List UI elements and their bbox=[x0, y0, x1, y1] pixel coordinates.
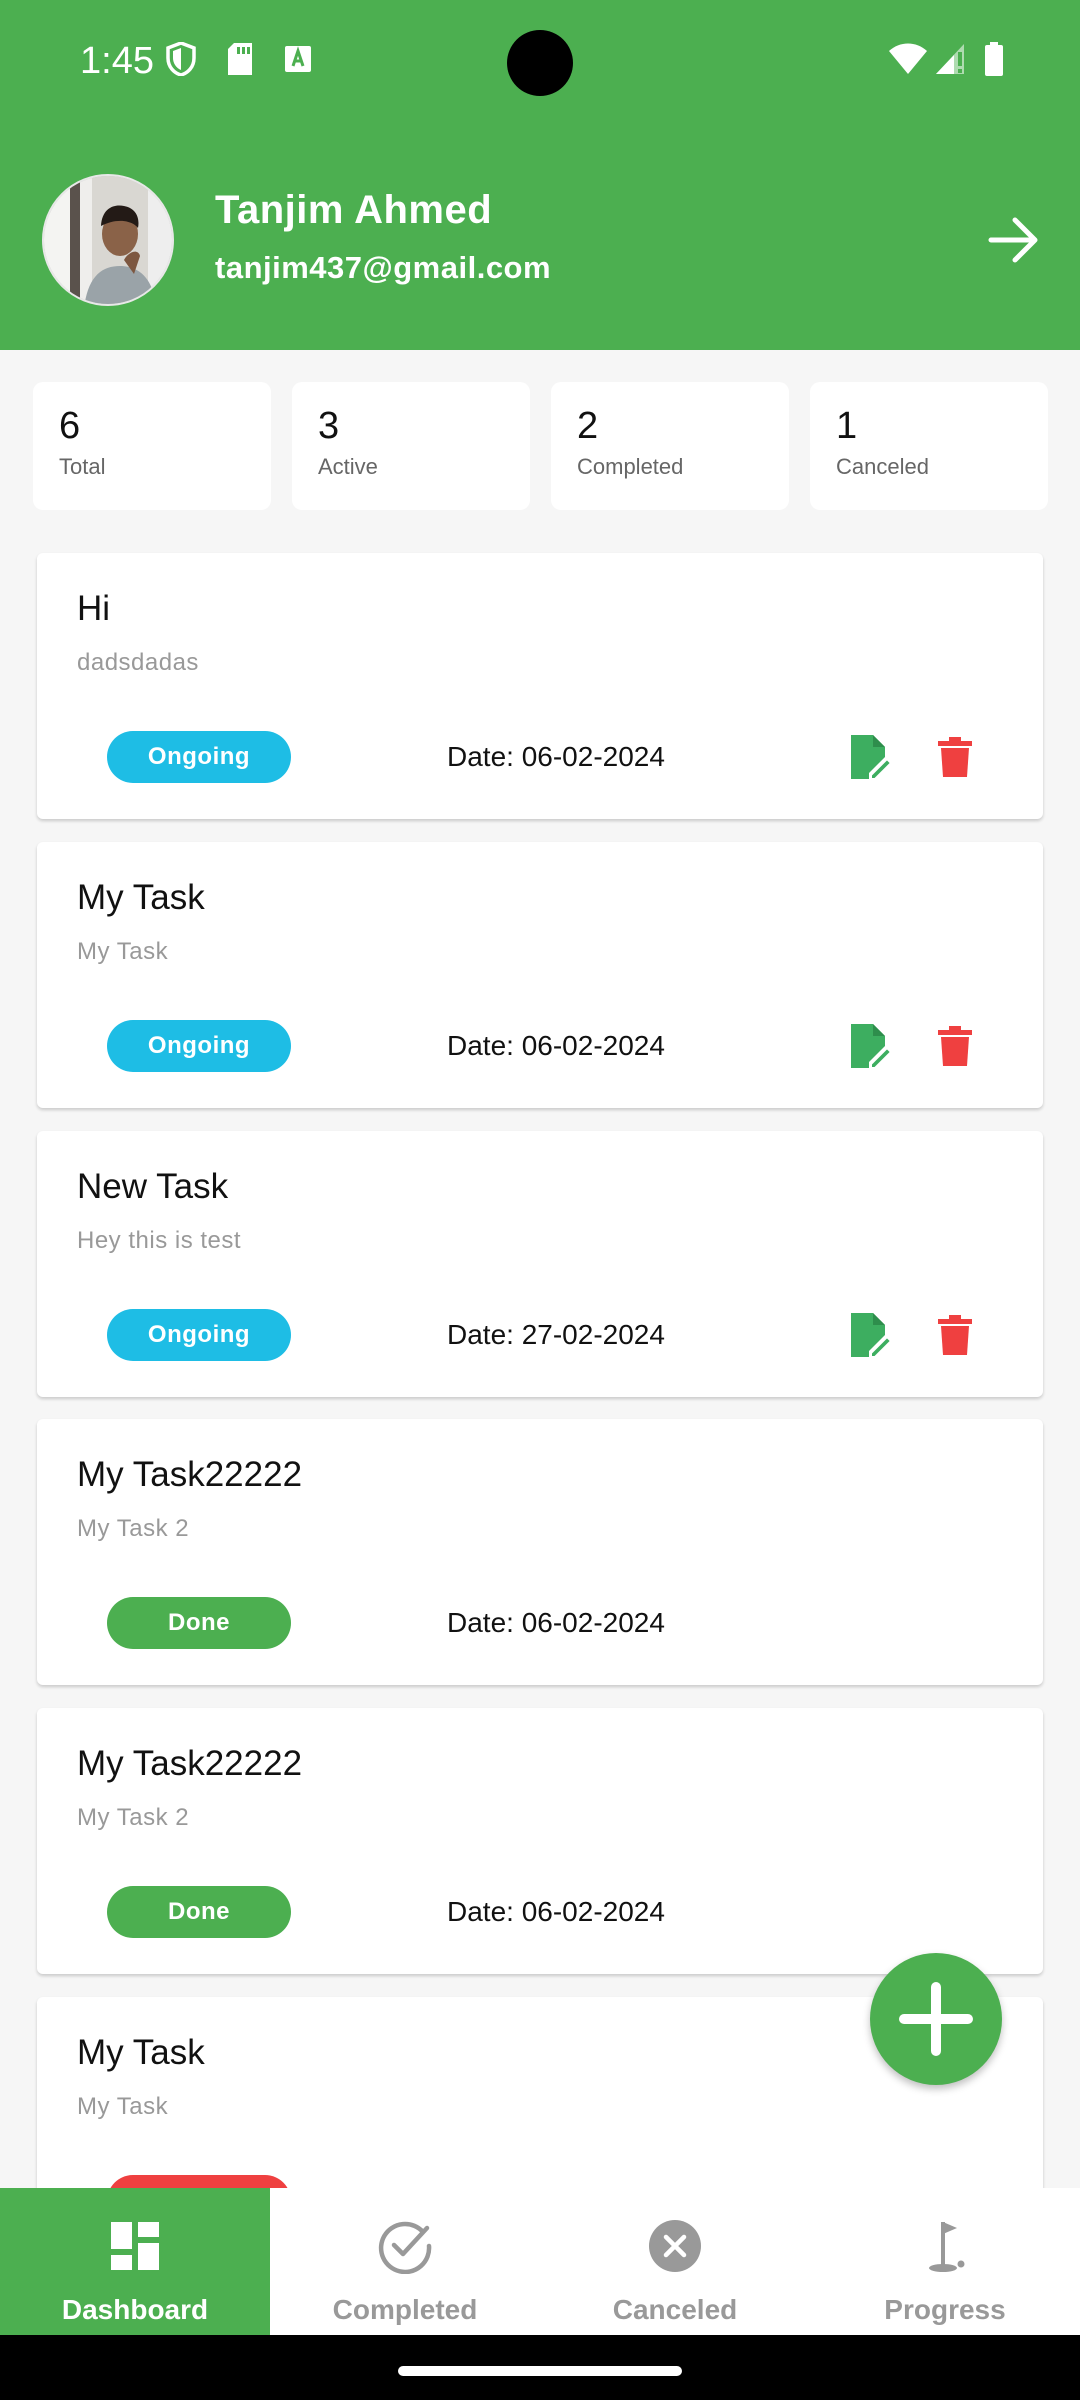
edit-document-icon[interactable] bbox=[849, 1024, 891, 1068]
task-date: Date: 06-02-2024 bbox=[447, 741, 665, 772]
stat-label: Completed bbox=[577, 454, 684, 479]
task-title: Hi bbox=[77, 589, 111, 628]
plus-icon bbox=[899, 1982, 973, 2056]
add-task-button[interactable] bbox=[870, 1953, 1002, 2085]
status-badge: Ongoing bbox=[107, 1309, 291, 1361]
status-badge: Done bbox=[107, 1886, 291, 1938]
cancel-circle-icon bbox=[649, 2220, 701, 2272]
stat-card-canceled: 1 Canceled bbox=[810, 382, 1048, 510]
task-card[interactable]: Hi dadsdadas Ongoing Date: 06-02-2024 bbox=[37, 553, 1043, 819]
stat-card-active: 3 Active bbox=[292, 382, 530, 510]
stat-count: 3 bbox=[318, 405, 340, 447]
battery-icon bbox=[985, 42, 1003, 76]
nav-item-dashboard[interactable]: Dashboard bbox=[0, 2188, 270, 2335]
edit-document-icon[interactable] bbox=[849, 1313, 891, 1357]
home-gesture-bar[interactable] bbox=[398, 2366, 682, 2376]
task-date: Date: 27-02-2024 bbox=[447, 1319, 665, 1350]
stat-label: Active bbox=[318, 454, 378, 479]
user-name: Tanjim Ahmed bbox=[215, 188, 493, 232]
nav-label: Dashboard bbox=[61, 2294, 209, 2325]
status-badge: Ongoing bbox=[107, 731, 291, 783]
stat-count: 2 bbox=[577, 405, 599, 447]
stat-label: Total bbox=[59, 454, 106, 479]
trash-icon[interactable] bbox=[937, 1315, 973, 1355]
stat-count: 6 bbox=[59, 405, 81, 447]
nav-label: Progress bbox=[884, 2294, 1006, 2325]
task-card[interactable]: My Task22222 My Task 2 Done Date: 06-02-… bbox=[37, 1708, 1043, 1974]
dashboard-icon bbox=[111, 2222, 159, 2270]
task-description: Hey this is test bbox=[77, 1227, 242, 1254]
wifi-icon bbox=[889, 43, 927, 74]
task-title: My Task bbox=[77, 2033, 205, 2072]
cellular-signal-icon bbox=[936, 44, 964, 74]
status-badge: Ongoing bbox=[107, 1020, 291, 1072]
nav-label: Completed bbox=[332, 2294, 478, 2325]
keyboard-a-icon bbox=[285, 46, 311, 72]
task-title: My Task bbox=[77, 878, 205, 917]
nav-item-completed[interactable]: Completed bbox=[270, 2188, 540, 2335]
gesture-navigation-area bbox=[0, 2335, 1080, 2400]
camera-cutout bbox=[507, 30, 573, 96]
task-date: Date: 06-02-2024 bbox=[447, 1030, 665, 1061]
stat-label: Canceled bbox=[836, 454, 929, 479]
nav-item-progress[interactable]: Progress bbox=[810, 2188, 1080, 2335]
avatar[interactable] bbox=[42, 174, 174, 306]
trash-icon[interactable] bbox=[937, 737, 973, 777]
task-title: My Task22222 bbox=[77, 1455, 303, 1494]
stat-count: 1 bbox=[836, 405, 858, 447]
sd-card-icon bbox=[228, 43, 252, 75]
task-description: My Task 2 bbox=[77, 1515, 190, 1542]
task-title: New Task bbox=[77, 1167, 229, 1206]
task-card[interactable]: My Task22222 My Task 2 Done Date: 06-02-… bbox=[37, 1419, 1043, 1685]
task-description: My Task bbox=[77, 2093, 169, 2120]
golf-flag-icon bbox=[929, 2222, 965, 2272]
task-title: My Task22222 bbox=[77, 1744, 303, 1783]
task-description: dadsdadas bbox=[77, 649, 199, 676]
arrow-right-icon[interactable] bbox=[985, 212, 1045, 268]
task-date: Date: 06-02-2024 bbox=[447, 1607, 665, 1638]
nav-label: Canceled bbox=[612, 2294, 738, 2325]
task-description: My Task 2 bbox=[77, 1804, 190, 1831]
avatar-photo bbox=[44, 176, 172, 304]
stat-card-total: 6 Total bbox=[33, 382, 271, 510]
task-card[interactable]: My Task My Task Ongoing Date: 06-02-2024 bbox=[37, 842, 1043, 1108]
task-description: My Task bbox=[77, 938, 169, 965]
shield-icon bbox=[166, 42, 196, 76]
check-circle-icon bbox=[378, 2221, 432, 2274]
edit-document-icon[interactable] bbox=[849, 735, 891, 779]
bottom-navigation: Dashboard Completed Canceled Progress bbox=[0, 2188, 1080, 2335]
status-badge: Done bbox=[107, 1597, 291, 1649]
task-card[interactable]: New Task Hey this is test Ongoing Date: … bbox=[37, 1131, 1043, 1397]
status-time: 1:45 bbox=[80, 40, 154, 82]
summary-stats: 6 Total 3 Active 2 Completed 1 Canceled bbox=[33, 382, 1048, 510]
stat-card-completed: 2 Completed bbox=[551, 382, 789, 510]
user-email: tanjim437@gmail.com bbox=[215, 250, 552, 285]
nav-item-canceled[interactable]: Canceled bbox=[540, 2188, 810, 2335]
profile-header: 1:45 Tanjim Ahmed tanjim437@gmail.com bbox=[0, 0, 1080, 350]
task-date: Date: 06-02-2024 bbox=[447, 1896, 665, 1927]
trash-icon[interactable] bbox=[937, 1026, 973, 1066]
